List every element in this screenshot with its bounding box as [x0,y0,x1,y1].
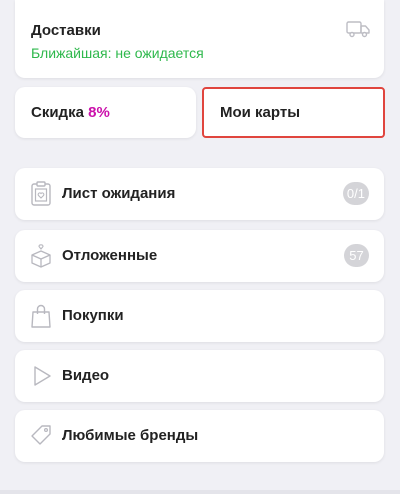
discount-label-text: Скидка [31,104,84,121]
deliveries-status: Ближайшая: не ожидается [31,45,204,61]
truck-icon [346,21,370,38]
discount-label: Скидка 8% [31,104,110,121]
count-badge: 57 [344,244,369,267]
discount-value: 8% [88,104,110,121]
menu-item-purchases[interactable]: Покупки [15,290,384,342]
deliveries-card[interactable]: Доставки Ближайшая: не ожидается [15,0,384,78]
menu-item-video[interactable]: Видео [15,350,384,402]
my-cards-label: Мои карты [220,104,301,121]
clipboard-heart-icon [31,181,51,206]
count-badge: 0/1 [342,182,369,205]
menu-item-label: Лист ожидания [62,185,176,202]
play-icon [34,366,51,386]
menu-item-deferred[interactable]: Отложенные 57 [15,230,384,282]
profile-menu: Доставки Ближайшая: не ожидается Скидка … [0,0,400,494]
divider [0,490,400,494]
menu-item-label: Отложенные [62,247,158,264]
deliveries-title: Доставки [31,22,101,39]
menu-item-label: Покупки [62,307,124,324]
tag-icon [31,425,51,445]
discount-card[interactable]: Скидка 8% [15,87,196,138]
gift-box-icon [31,244,51,268]
menu-item-waiting-list[interactable]: Лист ожидания 0/1 [15,168,384,220]
my-cards-button[interactable]: Мои карты [202,87,385,138]
menu-item-label: Любимые бренды [62,427,199,444]
menu-item-favorite-brands[interactable]: Любимые бренды [15,410,384,462]
menu-item-label: Видео [62,367,110,384]
shopping-bag-icon [31,304,51,328]
